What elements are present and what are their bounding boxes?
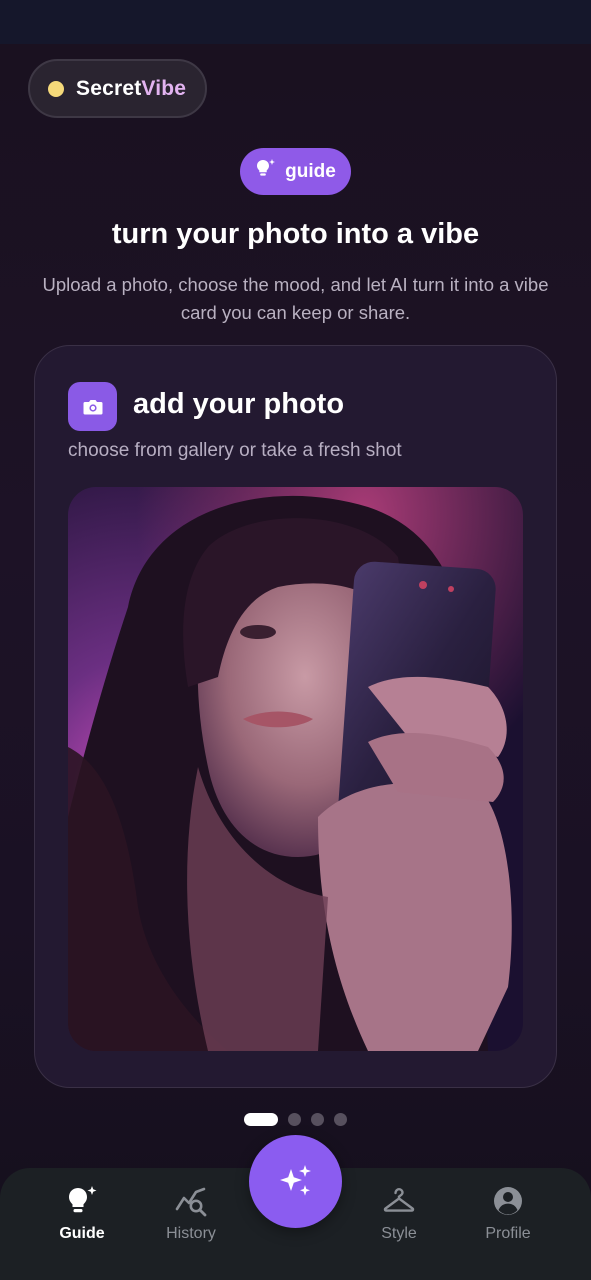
status-bar [0, 0, 591, 44]
brand-name-part2: Vibe [141, 76, 187, 100]
selfie-photo-image [68, 487, 523, 1051]
camera-icon [83, 399, 102, 414]
camera-button[interactable] [68, 382, 117, 431]
card-subtitle: choose from gallery or take a fresh shot [68, 440, 402, 461]
brand-pill[interactable]: SecretVibe [28, 59, 207, 118]
guide-chip-label: guide [285, 160, 336, 182]
chart-search-icon [174, 1183, 208, 1219]
nav-item-guide[interactable]: Guide [32, 1183, 132, 1253]
brand-name: SecretVibe [76, 77, 186, 101]
lightbulb-sparkle-icon [255, 158, 277, 185]
guide-chip[interactable]: guide [240, 148, 351, 195]
page-title: turn your photo into a vibe [111, 218, 480, 250]
nav-item-history[interactable]: History [141, 1183, 241, 1253]
card-title: add your photo [133, 388, 345, 420]
nav-item-style[interactable]: Style [349, 1183, 449, 1253]
pager-dot-4[interactable] [334, 1112, 347, 1126]
nav-item-profile[interactable]: Profile [458, 1183, 558, 1253]
pager-dots[interactable] [0, 1112, 591, 1126]
nav-label-profile: Profile [485, 1225, 531, 1242]
hanger-icon [382, 1183, 416, 1219]
pager-dot-3[interactable] [311, 1112, 324, 1126]
pager-dot-1[interactable] [244, 1112, 278, 1126]
nav-label-style: Style [381, 1225, 417, 1242]
nav-label-history: History [166, 1225, 216, 1242]
create-vibe-button[interactable] [249, 1135, 342, 1228]
page-subtitle: Upload a photo, choose the mood, and let… [42, 274, 549, 323]
photo-preview[interactable] [68, 487, 523, 1051]
pager-dot-2[interactable] [288, 1112, 301, 1126]
brand-name-part1: Secret [76, 76, 142, 100]
brand-dot-icon [48, 80, 64, 97]
lightbulb-sparkle-icon [65, 1183, 99, 1219]
sparkles-icon [279, 1164, 311, 1196]
profile-icon [491, 1183, 525, 1219]
nav-label-guide: Guide [59, 1225, 105, 1242]
